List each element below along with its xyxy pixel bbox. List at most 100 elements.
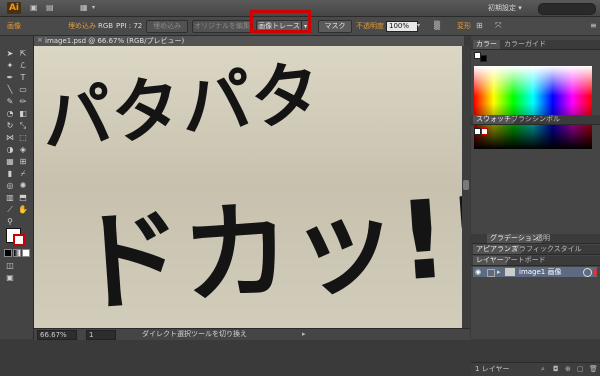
color-spectrum-highlight [474,66,592,96]
layer-thumbnail [505,268,515,276]
chevron-down-icon: ▾ [518,4,522,12]
blob-brush-tool-icon[interactable]: ◔ [4,108,16,119]
swatch-panel-tabs: スウォッチ ブラシ シンボル [471,115,600,125]
rotate-tool-icon[interactable]: ↻ [4,120,16,131]
layer-row[interactable]: ◉ ▸ image1 画像 [473,267,597,277]
workspace-label: 初期設定 [488,4,516,12]
opacity-field[interactable]: 100% [386,21,418,32]
workspace-switcher[interactable]: 初期設定 ▾ [488,3,522,13]
target-icon[interactable] [583,268,592,277]
new-sublayer-icon[interactable]: ⊕ [565,364,571,374]
screen-mode-icon[interactable]: ▣ [4,272,16,283]
tab-symbols[interactable]: シンボル [529,115,563,124]
document-setup-icon[interactable]: ▒ [434,21,440,31]
tab-color-guide[interactable]: カラーガイド [501,40,549,49]
close-icon[interactable]: × [37,36,43,45]
artboard-tool-icon[interactable]: ⬒ [17,192,29,203]
slice-tool-icon[interactable]: ⟋ [4,204,16,215]
locate-object-icon[interactable]: ⌕ [541,364,545,374]
swatch-registration[interactable] [481,128,488,135]
tab-color[interactable]: カラー [473,40,500,49]
clipping-mask-icon[interactable]: ◘ [553,364,559,374]
stroke-swatch[interactable] [13,234,25,246]
layer-count: 1 レイヤー [475,365,510,373]
panel-menu-icon[interactable]: ≡ [590,21,597,31]
scrollbar-thumb[interactable] [463,180,469,190]
app-logo: Ai [7,2,21,14]
direct-selection-tool-icon[interactable]: ⇱ [17,48,29,59]
edit-original-button[interactable]: オリジナルを編集 [192,20,252,33]
column-graph-tool-icon[interactable]: ▥ [4,192,16,203]
trash-icon[interactable]: 🗑 [589,364,598,374]
drawing-mode-icon[interactable]: ◫ [4,260,16,271]
expand-triangle-icon[interactable]: ▸ [497,267,501,277]
right-panel-dock: カラー カラーガイド スウォッチ ブラシ シンボル グラデーション 透明 アピア… [471,36,600,376]
zoom-tool-icon[interactable]: ⚲ [4,216,16,227]
none-mode-icon[interactable] [22,249,30,257]
swatch-none[interactable] [474,128,481,135]
opacity-dropdown-icon[interactable]: ▾ [417,21,423,30]
lock-toggle-icon[interactable] [487,269,495,277]
opacity-label[interactable]: 不透明度 : [356,21,389,31]
tab-transparency[interactable]: 透明 [533,234,553,243]
selection-type-label: 画像 [7,22,21,30]
transform-link[interactable]: 変形 [457,21,471,31]
gradient-mode-icon[interactable] [13,249,21,257]
document-tab-label: image1.psd @ 66.67% (RGB/プレビュー) [45,37,185,45]
status-text: ダイレクト選択ツールを切り換え [142,330,247,338]
new-layer-icon[interactable]: ▢ [577,364,584,374]
hand-tool-icon[interactable]: ✋ [17,204,29,215]
layers-panel-tabs: レイヤー アートボード [471,256,600,266]
color-panel-tabs: カラー カラーガイド [471,40,600,50]
layers-footer: 1 レイヤー ⌕ ◘ ⊕ ▢ 🗑 [471,362,600,376]
selection-tool-icon[interactable]: ➤ [4,48,16,59]
reference-point-icon[interactable]: ⤧ [495,21,501,31]
free-transform-tool-icon[interactable]: ⬚ [17,132,29,143]
tab-artboards[interactable]: アートボード [501,256,549,265]
line-tool-icon[interactable]: ╲ [4,84,16,95]
search-input[interactable] [538,3,596,15]
ppi-info: PPI : 72 [116,22,143,30]
embed-button[interactable]: 埋め込み [146,20,188,33]
lasso-tool-icon[interactable]: ℒ [17,60,29,71]
type-tool-icon[interactable]: T [17,72,29,83]
bridge-icon[interactable]: ▣ [30,3,38,13]
tab-graphic-styles[interactable]: グラフィックスタイル [509,245,585,254]
selection-indicator [593,269,597,275]
placed-image: パタパタ ドカッ!! [34,46,462,328]
color-mode-icon[interactable] [4,249,12,257]
blend-tool-icon[interactable]: ◎ [4,180,16,191]
stock-icon[interactable]: ▤ [46,3,54,13]
color-mode-info: RGB [98,22,114,30]
gradient-tool-icon[interactable]: ▮ [4,168,16,179]
vertical-scrollbar[interactable] [462,46,470,328]
eraser-tool-icon[interactable]: ◧ [17,108,29,119]
arrange-dropdown-icon[interactable]: ▾ [92,3,95,13]
live-paint-tool-icon[interactable]: ◈ [17,144,29,155]
transform-icon[interactable]: ⊞ [476,21,483,31]
magic-wand-tool-icon[interactable]: ✦ [4,60,16,71]
status-menu-icon[interactable]: ▸ [302,330,306,339]
shape-builder-tool-icon[interactable]: ◑ [4,144,16,155]
mask-button[interactable]: マスク [318,20,352,33]
paintbrush-tool-icon[interactable]: ✎ [4,96,16,107]
appearance-panel-tabs: アピアランス グラフィックスタイル [471,245,600,255]
stroke-color-chip[interactable] [480,55,487,62]
visibility-eye-icon[interactable]: ◉ [475,267,481,277]
pen-tool-icon[interactable]: ✒ [4,72,16,83]
trace-button-highlight [250,10,311,33]
embed-status-link[interactable]: 埋め込み [68,21,96,31]
arrange-documents-icon[interactable]: ▦ [80,3,88,13]
symbol-sprayer-tool-icon[interactable]: ✺ [17,180,29,191]
gradient-panel-tabs: グラデーション 透明 [471,234,600,244]
rectangle-tool-icon[interactable]: ▭ [17,84,29,95]
status-bar: 66.67% 1 ダイレクト選択ツールを切り換え ▸ [34,328,470,340]
pencil-tool-icon[interactable]: ✏ [17,96,29,107]
scale-tool-icon[interactable]: ⤡ [17,120,29,131]
layer-name: image1 画像 [519,268,562,276]
perspective-grid-tool-icon[interactable]: ▦ [4,156,16,167]
mesh-tool-icon[interactable]: ⊞ [17,156,29,167]
artboard-canvas[interactable]: パタパタ ドカッ!! [34,46,462,328]
width-tool-icon[interactable]: ⋈ [4,132,16,143]
eyedropper-tool-icon[interactable]: ⌿ [17,168,29,179]
